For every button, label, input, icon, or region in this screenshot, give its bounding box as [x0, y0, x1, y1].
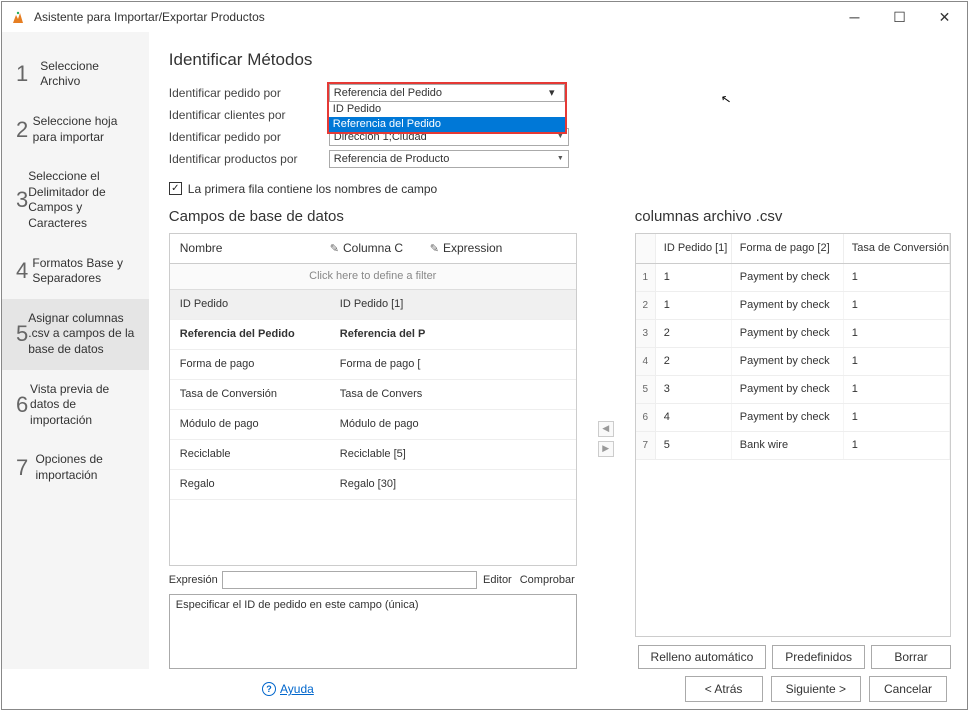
app-icon [10, 9, 26, 25]
window-title: Asistente para Importar/Exportar Product… [34, 10, 265, 24]
cancel-button[interactable]: Cancelar [869, 676, 947, 702]
csv-row[interactable]: 5 3 Payment by check 1 [636, 376, 950, 404]
transfer-arrows: ◀ ▶ [595, 208, 617, 669]
db-row[interactable]: Forma de pago Forma de pago [ [170, 350, 576, 380]
maximize-button[interactable]: ☐ [877, 2, 922, 32]
help-link[interactable]: ? Ayuda [262, 682, 314, 696]
move-left-button[interactable]: ◀ [598, 421, 614, 437]
next-button[interactable]: Siguiente > [771, 676, 861, 702]
step-6[interactable]: 6 Vista previa de datos de importación [2, 370, 149, 441]
checkbox-icon: ✓ [169, 182, 182, 195]
step-2[interactable]: 2 Seleccione hoja para importar [2, 102, 149, 157]
page-title: Identificar Métodos [169, 50, 951, 70]
db-row[interactable]: Tasa de Conversión Tasa de Convers [170, 380, 576, 410]
main-panel: Identificar Métodos Identificar pedido p… [149, 32, 967, 669]
filter-row[interactable]: Click here to define a filter [170, 264, 576, 290]
minimize-button[interactable]: ─ [832, 2, 877, 32]
identify-products-label: Identificar productos por [169, 152, 329, 166]
csv-header-id[interactable]: ID Pedido [1] [656, 234, 732, 263]
csv-row[interactable]: 1 1 Payment by check 1 [636, 264, 950, 292]
first-row-headers-checkbox[interactable]: ✓ La primera fila contiene los nombres d… [169, 182, 951, 196]
chevron-down-icon: ▼ [557, 155, 564, 162]
description-box: Especificar el ID de pedido en este camp… [169, 594, 577, 669]
dropdown-option-id-pedido[interactable]: ID Pedido [329, 102, 565, 117]
back-button[interactable]: < Atrás [685, 676, 763, 702]
csv-header-tasa[interactable]: Tasa de Conversión [844, 234, 950, 263]
csv-row[interactable]: 2 1 Payment by check 1 [636, 292, 950, 320]
step-3[interactable]: 3 Seleccione el Delimitador de Campos y … [2, 157, 149, 243]
identify-customer-label: Identificar clientes por [169, 108, 329, 122]
csv-row[interactable]: 3 2 Payment by check 1 [636, 320, 950, 348]
csv-table: ID Pedido [1] Forma de pago [2] Tasa de … [635, 233, 951, 637]
step-5[interactable]: 5 Asignar columnas .csv a campos de la b… [2, 299, 149, 370]
identify-methods-grid: Identificar pedido por Referencia del Pe… [169, 84, 951, 168]
db-fields-title: Campos de base de datos [169, 208, 577, 225]
check-link[interactable]: Comprobar [518, 574, 577, 586]
db-row[interactable]: Módulo de pago Módulo de pago [170, 410, 576, 440]
db-row[interactable]: Regalo Regalo [30] [170, 470, 576, 500]
wizard-sidebar: 1 Seleccione Archivo 2 Seleccione hoja p… [2, 32, 149, 669]
chevron-down-icon[interactable]: ▾ [544, 86, 560, 99]
predefined-button[interactable]: Predefinidos [772, 645, 865, 669]
expression-label: Expresión [169, 574, 218, 586]
cursor-icon: ↖ [720, 91, 732, 107]
csv-row[interactable]: 6 4 Payment by check 1 [636, 404, 950, 432]
db-row[interactable]: ID Pedido ID Pedido [1] [170, 290, 576, 320]
db-header-name[interactable]: Nombre [170, 241, 330, 255]
chevron-down-icon: ▼ [557, 133, 564, 140]
clear-button[interactable]: Borrar [871, 645, 951, 669]
step-1[interactable]: 1 Seleccione Archivo [2, 47, 149, 102]
csv-header-pago[interactable]: Forma de pago [2] [732, 234, 844, 263]
dropdown-option-referencia[interactable]: Referencia del Pedido [329, 117, 565, 132]
identify-order2-label: Identificar pedido por [169, 130, 329, 144]
close-button[interactable]: ✕ [922, 2, 967, 32]
pencil-icon: ✎ [330, 242, 339, 255]
identify-products-combo[interactable]: Referencia de Producto▼ [329, 150, 569, 168]
move-right-button[interactable]: ▶ [598, 441, 614, 457]
csv-columns-title: columnas archivo .csv [635, 208, 951, 225]
db-header-expression[interactable]: ✎Expression [430, 241, 576, 255]
editor-link[interactable]: Editor [481, 574, 514, 586]
help-icon: ? [262, 682, 276, 696]
db-header-column[interactable]: ✎Columna C [330, 241, 430, 255]
wizard-footer: ? Ayuda < Atrás Siguiente > Cancelar [2, 669, 967, 709]
db-row[interactable]: Reciclable Reciclable [5] [170, 440, 576, 470]
expression-input[interactable] [222, 571, 477, 589]
identify-order-dropdown[interactable]: Referencia del Pedido ▾ ↖ ID Pedido Refe… [327, 82, 567, 134]
csv-row[interactable]: 4 2 Payment by check 1 [636, 348, 950, 376]
db-fields-table: Nombre ✎Columna C ✎Expression Click here… [169, 233, 577, 566]
db-row[interactable]: Referencia del Pedido Referencia del P [170, 320, 576, 350]
step-7[interactable]: 7 Opciones de importación [2, 440, 149, 495]
pencil-icon: ✎ [430, 242, 439, 255]
identify-order-label: Identificar pedido por [169, 86, 329, 100]
csv-row[interactable]: 7 5 Bank wire 1 [636, 432, 950, 460]
titlebar: Asistente para Importar/Exportar Product… [2, 2, 967, 32]
auto-fill-button[interactable]: Relleno automático [638, 645, 767, 669]
step-4[interactable]: 4 Formatos Base y Separadores [2, 244, 149, 299]
